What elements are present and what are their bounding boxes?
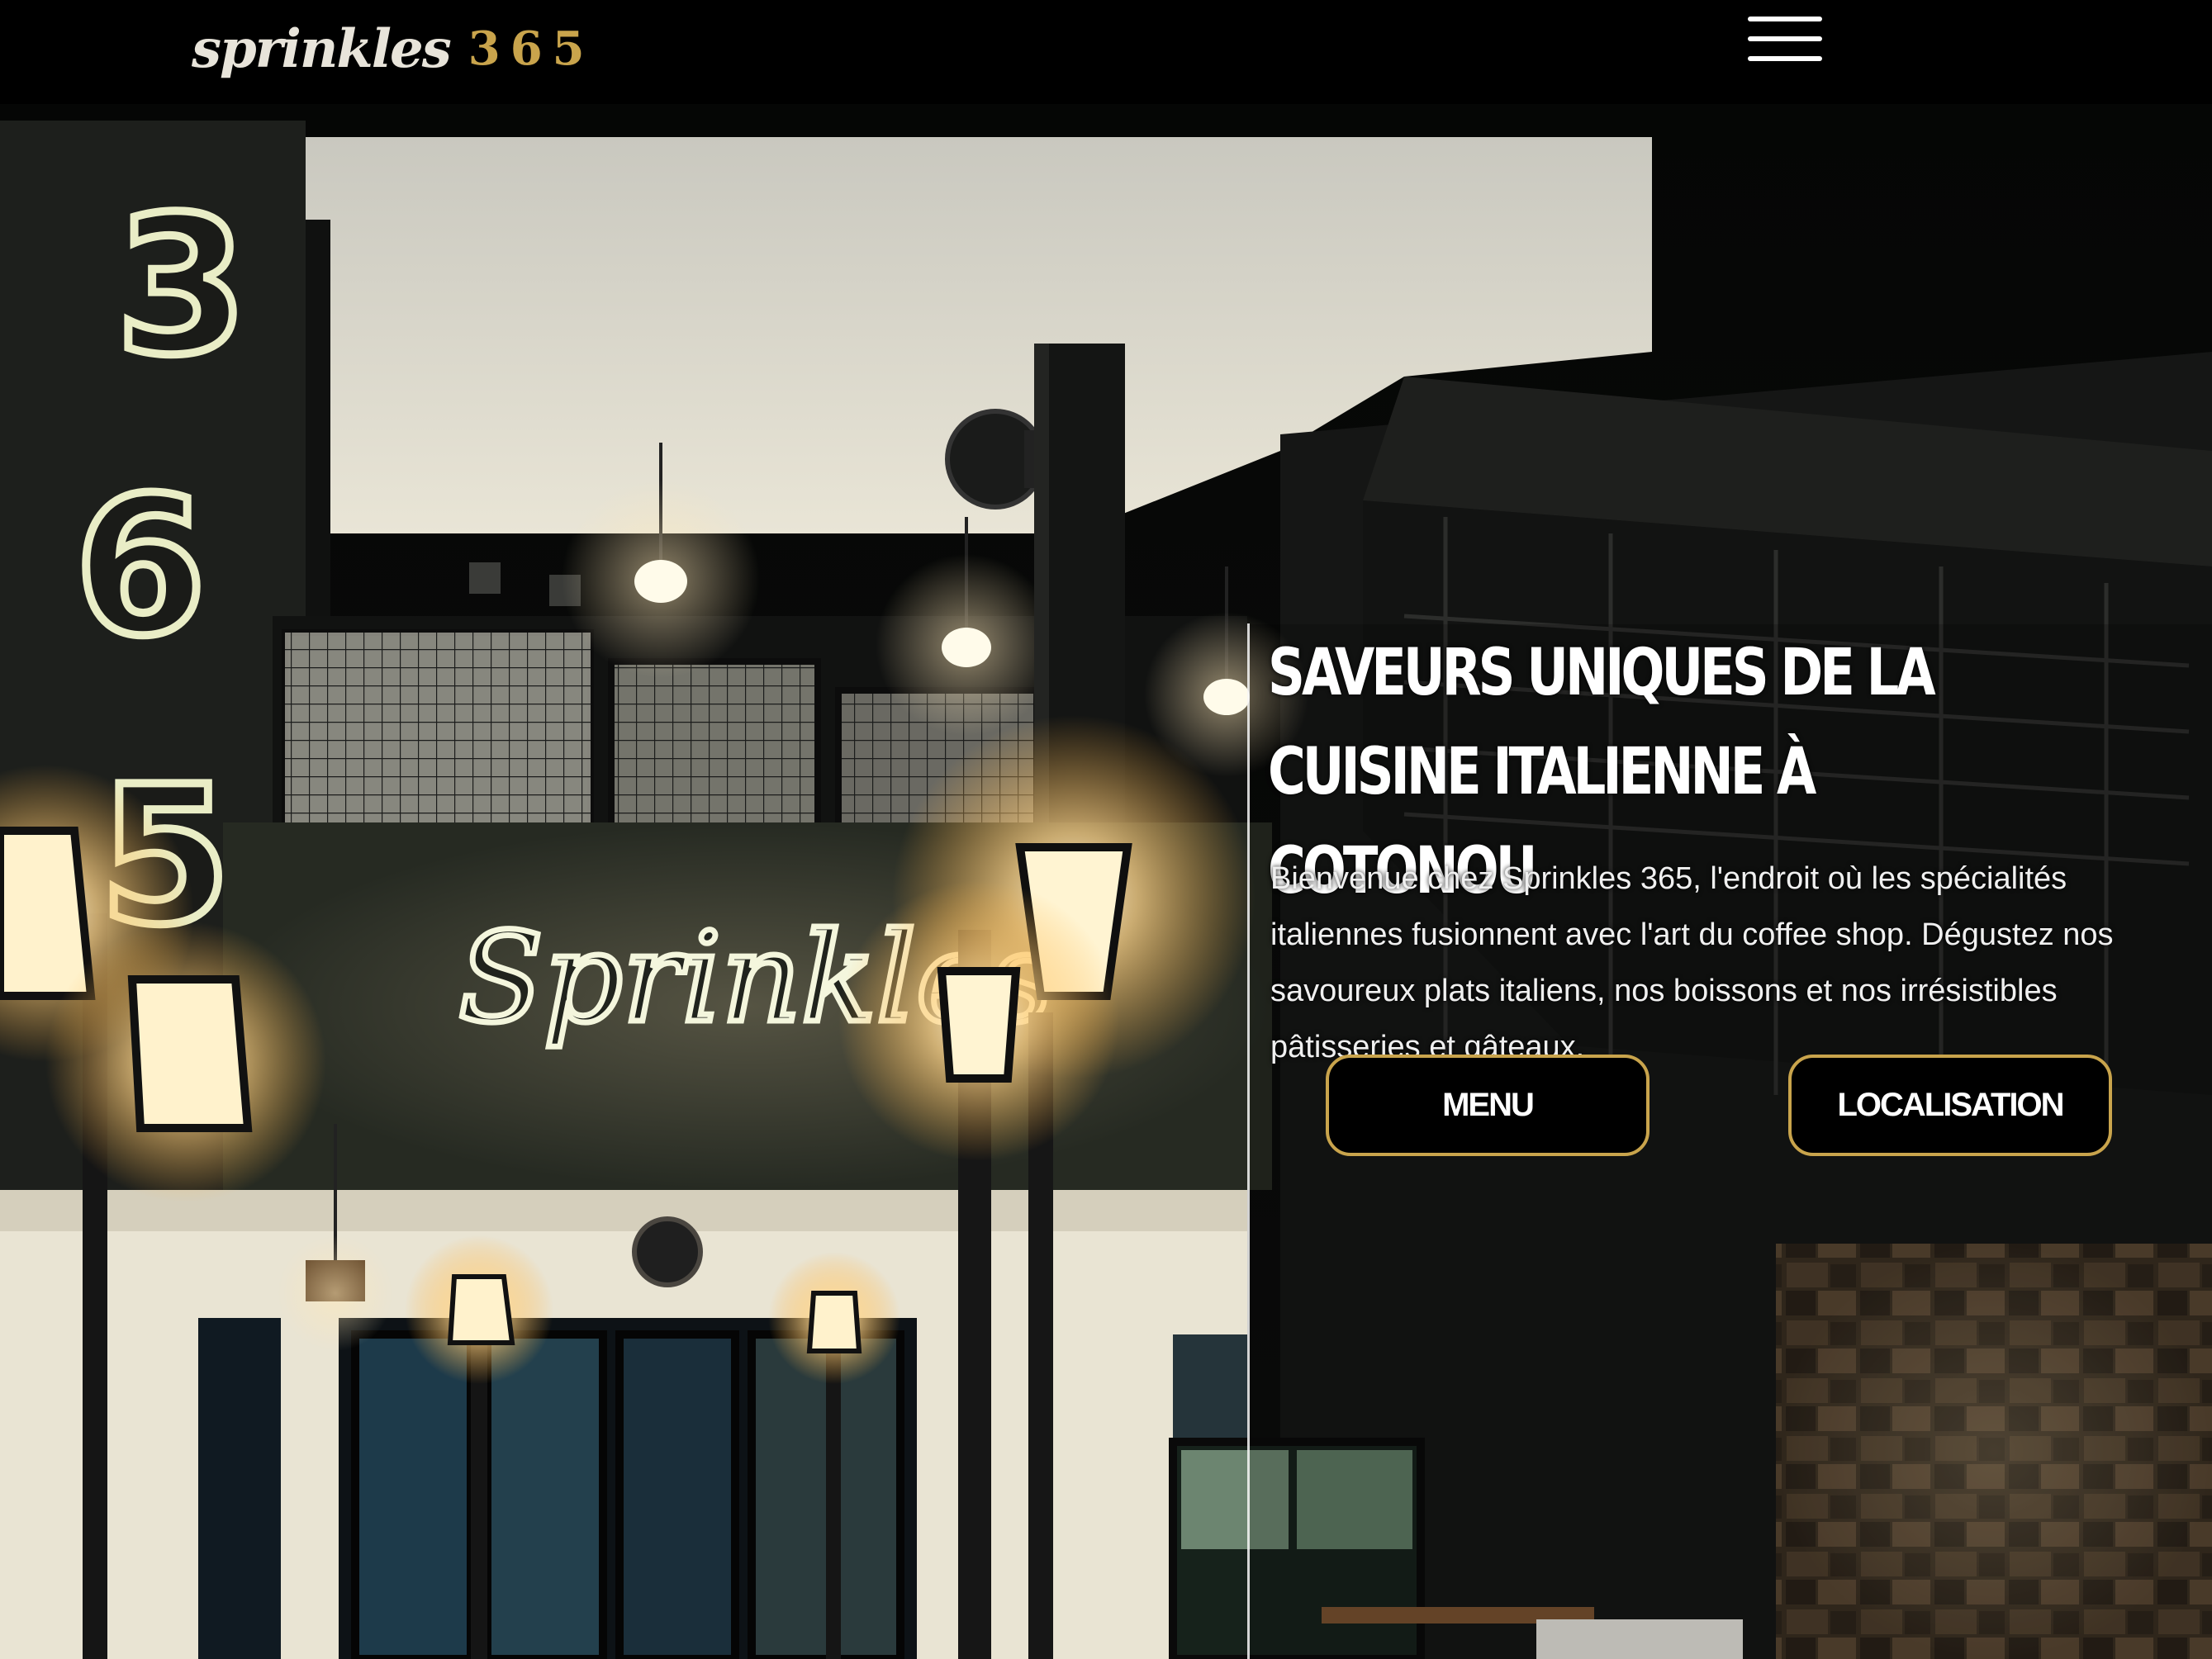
hamburger-line <box>1748 36 1822 41</box>
sign-number-6: 6 <box>74 457 206 678</box>
menu-button-label: MENU <box>1442 1087 1535 1123</box>
hamburger-menu-icon[interactable] <box>1748 17 1822 61</box>
sign-number-3: 3 <box>116 177 248 397</box>
site-header: sprinkles 365 <box>0 0 2212 104</box>
logo-script-text: sprinkles <box>192 17 452 80</box>
hamburger-line <box>1748 56 1822 61</box>
logo-number-text: 365 <box>468 21 595 76</box>
hamburger-line <box>1748 17 1822 21</box>
menu-button[interactable]: MENU <box>1326 1055 1650 1156</box>
location-button[interactable]: LOCALISATION <box>1788 1055 2112 1156</box>
location-button-label: LOCALISATION <box>1837 1087 2064 1123</box>
hero-divider-line <box>1247 623 1250 1659</box>
site-logo[interactable]: sprinkles 365 <box>192 12 595 86</box>
hero-description: Bienvenue chez Sprinkles 365, l'endroit … <box>1270 861 2114 1064</box>
